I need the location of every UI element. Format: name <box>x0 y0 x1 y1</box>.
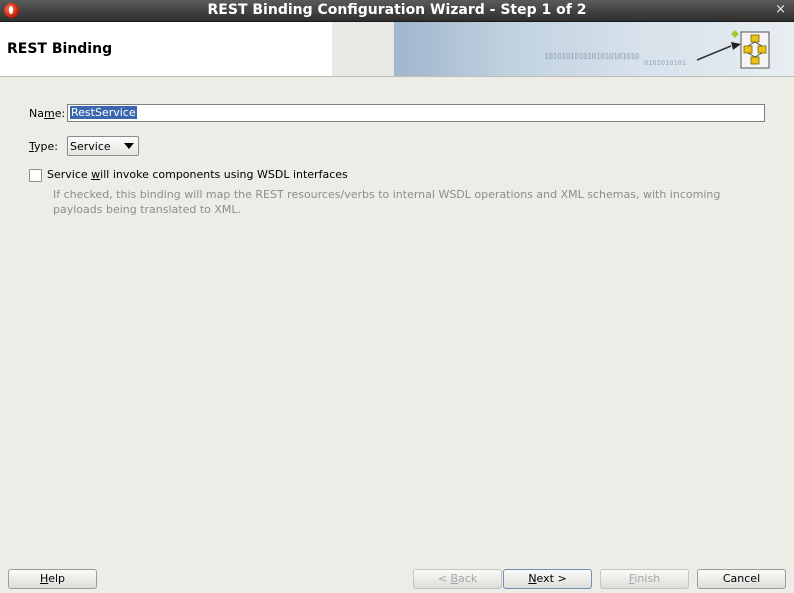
banner-binary-text: 1010101010101010101010 <box>544 52 639 61</box>
help-button[interactable]: Help <box>8 569 97 589</box>
name-label: Name: <box>29 107 65 120</box>
chevron-down-icon <box>124 143 134 149</box>
name-label-post: e: <box>54 107 66 120</box>
next-rest: ext > <box>536 572 567 585</box>
name-input-value: RestService <box>70 106 137 119</box>
back-button[interactable]: < Back <box>413 569 502 589</box>
finish-button[interactable]: Finish <box>600 569 689 589</box>
back-mnemonic: B <box>450 572 459 585</box>
banner-binary-text-2: 0101010101 <box>644 59 687 67</box>
name-input[interactable]: RestService <box>67 104 765 122</box>
help-rest: elp <box>48 572 66 585</box>
name-label-mnemonic: m <box>43 107 55 120</box>
type-select-value: Service <box>70 140 111 153</box>
next-button[interactable]: Next > <box>503 569 592 589</box>
wsdl-label-post: ill invoke components using WSDL interfa… <box>100 168 348 181</box>
back-rest: ack <box>458 572 478 585</box>
type-label-post: ype: <box>34 140 58 153</box>
window-title: REST Binding Configuration Wizard - Step… <box>207 2 587 18</box>
next-mnemonic: N <box>528 572 537 585</box>
window-titlebar: REST Binding Configuration Wizard - Step… <box>0 0 794 22</box>
type-label: Type: <box>29 140 58 153</box>
wizard-flow-icon <box>696 30 770 69</box>
wizard-header: 1010101010101010101010 0101010101 REST B… <box>0 22 794 77</box>
wsdl-checkbox-label[interactable]: Service will invoke components using WSD… <box>47 168 348 181</box>
cancel-button[interactable]: Cancel <box>697 569 786 589</box>
page-title: REST Binding <box>7 41 113 57</box>
type-select[interactable]: Service <box>67 136 139 156</box>
help-mnemonic: H <box>39 572 49 585</box>
button-bar: Help < Back Next > Finish Cancel <box>0 560 794 593</box>
wsdl-label-mnemonic: w <box>91 168 101 181</box>
wsdl-checkbox[interactable] <box>29 169 42 182</box>
close-icon[interactable]: × <box>775 2 786 17</box>
header-divider <box>332 22 394 76</box>
back-pre: < <box>437 572 451 585</box>
name-label-pre: Na <box>29 107 44 120</box>
finish-rest: inish <box>634 572 661 585</box>
wsdl-label-pre: Service <box>47 168 92 181</box>
wsdl-hint-text: If checked, this binding will map the RE… <box>53 188 721 216</box>
